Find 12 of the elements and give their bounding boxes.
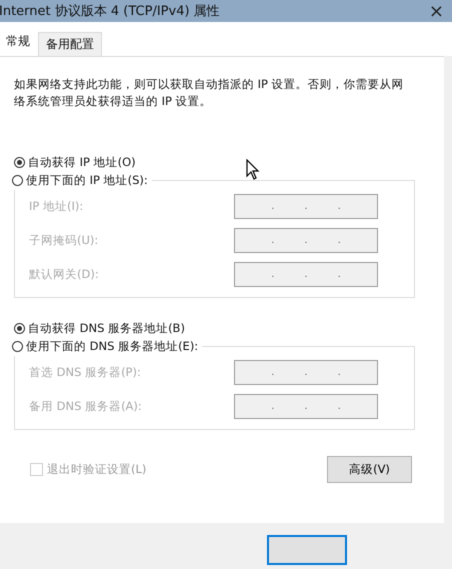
advanced-button[interactable]: 高级(V) xyxy=(327,456,412,483)
cursor-icon xyxy=(246,159,260,181)
field-label: 首选 DNS 服务器(P): xyxy=(29,364,142,380)
intro-text: 如果网络支持此功能，则可以获取自动指派的 IP 设置。否则，你需要从网络系统管理员处获得适当的 IP 设置。 xyxy=(13,76,405,110)
tab[interactable]: 备用配置 xyxy=(38,32,102,56)
field-label: IP 地址(I): xyxy=(29,198,84,214)
field-label: 默认网关(D): xyxy=(29,266,100,282)
field-label: 子网掩码(U): xyxy=(29,232,100,248)
field-label: 备用 DNS 服务器(A): xyxy=(29,398,143,414)
window-title: Internet 协议版本 4 (TCP/IPv4) 属性 xyxy=(0,3,220,20)
close-button[interactable]: × xyxy=(428,0,444,22)
ok-button[interactable] xyxy=(267,535,347,565)
